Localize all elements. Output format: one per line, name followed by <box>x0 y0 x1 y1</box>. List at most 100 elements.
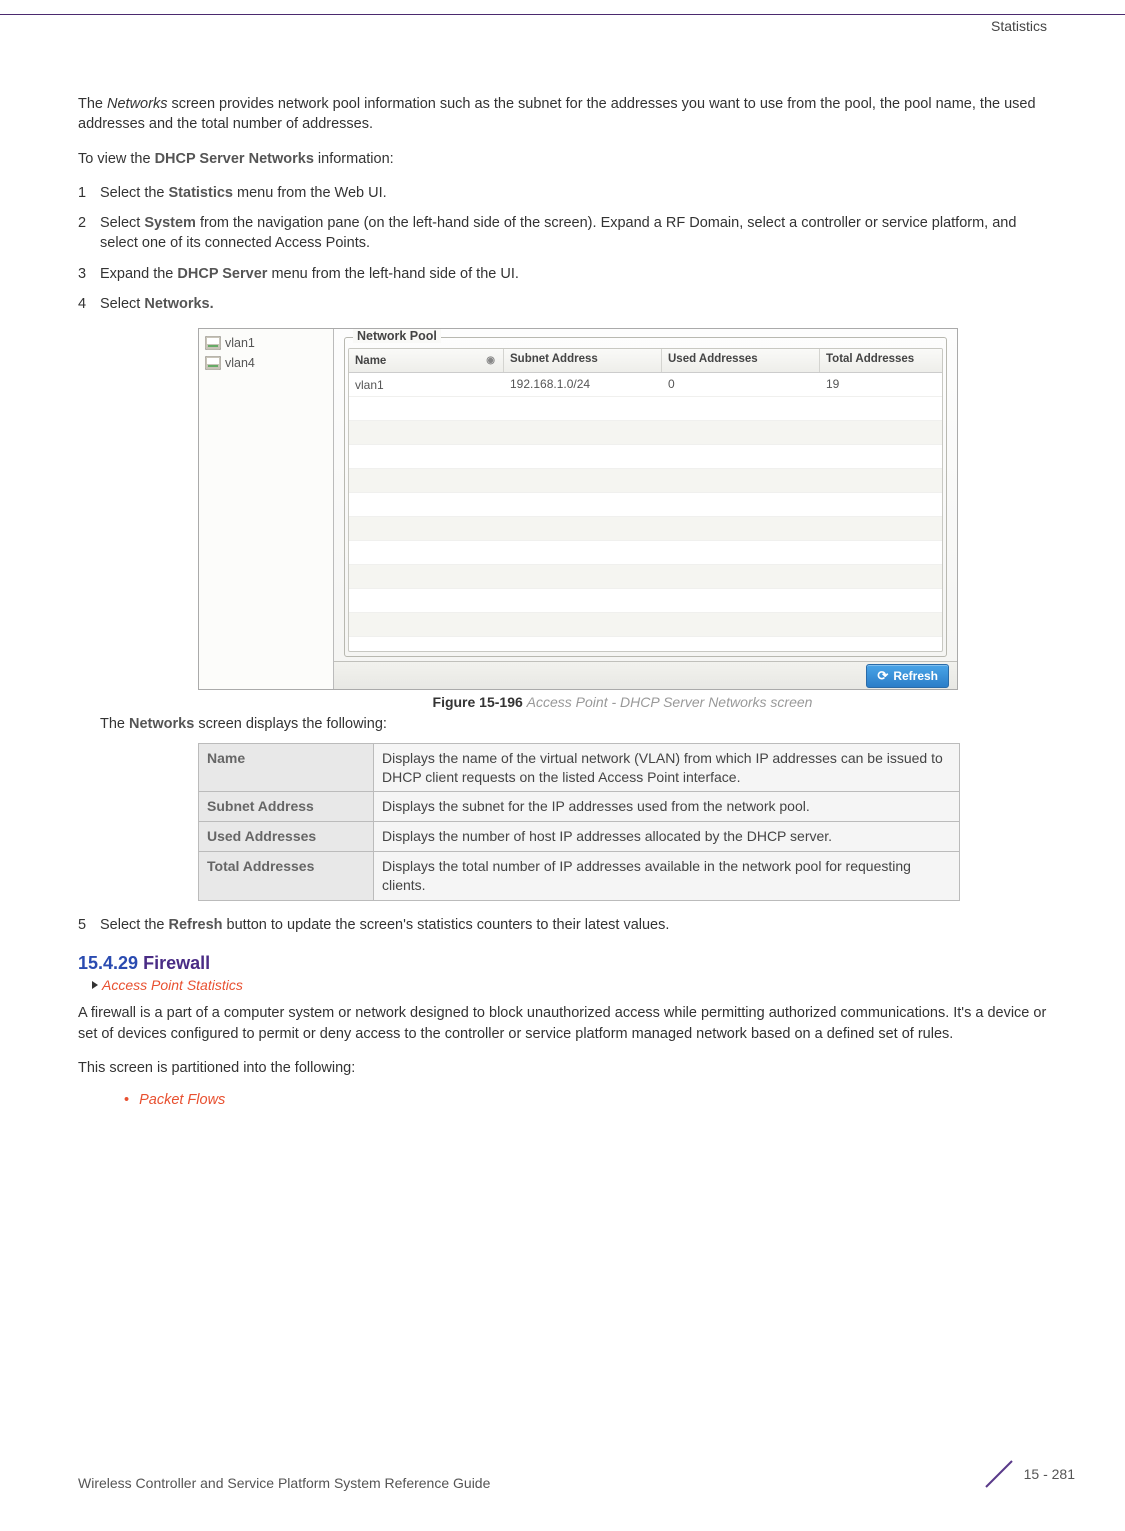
bold-text: System <box>144 215 196 231</box>
text: Select <box>100 296 144 312</box>
step-3: 3 Expand the DHCP Server menu from the l… <box>78 264 1047 284</box>
col-header-total[interactable]: Total Addresses <box>820 349 942 372</box>
bold-text: DHCP Server <box>177 266 267 282</box>
bold-text: Refresh <box>169 917 223 933</box>
vlan-sidebar: vlan1 vlan4 <box>199 329 334 689</box>
networks-displays-intro: The Networks screen displays the followi… <box>100 714 1047 734</box>
vlan-icon <box>205 336 221 350</box>
empty-row <box>349 613 942 637</box>
bold-text: Networks. <box>144 296 213 312</box>
def-desc: Displays the subnet for the IP addresses… <box>374 792 960 822</box>
steps-list-cont: 5 Select the Refresh button to update th… <box>78 915 1047 935</box>
empty-row <box>349 517 942 541</box>
def-row: Name Displays the name of the virtual ne… <box>199 743 960 792</box>
breadcrumb-label: Access Point Statistics <box>102 977 243 993</box>
def-term: Used Addresses <box>199 822 374 852</box>
empty-row <box>349 469 942 493</box>
text: information: <box>314 151 394 167</box>
network-pool-fieldset: Network Pool Name ◉ Subnet Address Used … <box>344 337 947 657</box>
vlan-icon <box>205 356 221 370</box>
step-number: 1 <box>78 183 100 203</box>
table-row[interactable]: vlan1 192.168.1.0/24 0 19 <box>349 373 942 397</box>
text: The <box>100 716 129 732</box>
section-heading: 15.4.29 Firewall <box>78 953 1047 974</box>
refresh-button[interactable]: ⟳ Refresh <box>866 664 949 688</box>
cell-used: 0 <box>662 373 820 396</box>
text: Expand the <box>100 266 177 282</box>
cell-name: vlan1 <box>349 373 504 396</box>
partition-list: Packet Flows <box>124 1092 1047 1108</box>
networks-italic: Networks <box>107 96 167 112</box>
list-item-label: Packet Flows <box>139 1092 225 1108</box>
text: from the navigation pane (on the left-ha… <box>100 215 1016 251</box>
step-5: 5 Select the Refresh button to update th… <box>78 915 1047 935</box>
text: Select the <box>100 185 169 201</box>
col-header-label: Name <box>355 355 386 367</box>
footer-title: Wireless Controller and Service Platform… <box>78 1475 490 1491</box>
breadcrumb-arrow-icon <box>92 981 98 989</box>
network-pool-legend: Network Pool <box>353 329 441 343</box>
screenshot-figure: vlan1 vlan4 Network Pool Name <box>198 328 958 690</box>
text: The <box>78 96 107 112</box>
step-text: Select Networks. <box>100 294 1047 314</box>
text: screen provides network pool information… <box>78 96 1036 132</box>
figure-caption: Figure 15-196 Access Point - DHCP Server… <box>198 694 1047 710</box>
def-term: Name <box>199 743 374 792</box>
def-row: Subnet Address Displays the subnet for t… <box>199 792 960 822</box>
list-item[interactable]: Packet Flows <box>124 1092 1047 1108</box>
step-1: 1 Select the Statistics menu from the We… <box>78 183 1047 203</box>
def-desc: Displays the number of host IP addresses… <box>374 822 960 852</box>
footer-page-number: 15 - 281 <box>1024 1466 1075 1482</box>
cell-subnet: 192.168.1.0/24 <box>504 373 662 396</box>
text: menu from the left-hand side of the UI. <box>267 266 518 282</box>
definitions-table: Name Displays the name of the virtual ne… <box>198 743 960 901</box>
empty-row <box>349 589 942 613</box>
table-stripes <box>349 397 942 637</box>
page-content: The Networks screen provides network poo… <box>0 34 1125 1108</box>
bold-text: Statistics <box>169 185 233 201</box>
col-header-used[interactable]: Used Addresses <box>662 349 820 372</box>
empty-row <box>349 565 942 589</box>
sidebar-item-vlan4[interactable]: vlan4 <box>199 353 333 373</box>
def-desc: Displays the name of the virtual network… <box>374 743 960 792</box>
section-name: Firewall <box>143 953 210 973</box>
text: menu from the Web UI. <box>233 185 387 201</box>
sort-asc-icon: ◉ <box>486 355 495 366</box>
refresh-icon: ⟳ <box>877 668 888 684</box>
empty-row <box>349 397 942 421</box>
step-text: Select the Refresh button to update the … <box>100 915 1047 935</box>
step-4: 4 Select Networks. <box>78 294 1047 314</box>
footer-page-mark: 15 - 281 <box>982 1457 1075 1491</box>
col-header-subnet[interactable]: Subnet Address <box>504 349 662 372</box>
sidebar-item-vlan1[interactable]: vlan1 <box>199 333 333 353</box>
step-number: 3 <box>78 264 100 284</box>
footer-slash-icon <box>982 1457 1016 1491</box>
section-number: 15.4.29 <box>78 953 138 973</box>
def-row: Used Addresses Displays the number of ho… <box>199 822 960 852</box>
network-pool-table: Name ◉ Subnet Address Used Addresses Tot… <box>348 348 943 652</box>
steps-list: 1 Select the Statistics menu from the We… <box>78 183 1047 314</box>
step-number: 5 <box>78 915 100 935</box>
step-2: 2 Select System from the navigation pane… <box>78 213 1047 254</box>
figure-wrapper: vlan1 vlan4 Network Pool Name <box>198 328 1047 710</box>
networks-bold: Networks <box>129 716 194 732</box>
refresh-bar: ⟳ Refresh <box>334 661 957 689</box>
text: button to update the screen's statistics… <box>223 917 670 933</box>
cell-total: 19 <box>820 373 942 396</box>
breadcrumb[interactable]: Access Point Statistics <box>92 977 1047 993</box>
col-header-name[interactable]: Name ◉ <box>349 349 504 372</box>
figure-number: Figure 15-196 <box>433 694 523 710</box>
empty-row <box>349 445 942 469</box>
step-number: 2 <box>78 213 100 254</box>
header-section-label: Statistics <box>0 18 1125 34</box>
text: To view the <box>78 151 155 167</box>
empty-row <box>349 421 942 445</box>
empty-row <box>349 541 942 565</box>
main-pane: Network Pool Name ◉ Subnet Address Used … <box>334 329 957 689</box>
text: Select the <box>100 917 169 933</box>
step-text: Expand the DHCP Server menu from the lef… <box>100 264 1047 284</box>
dhcp-server-networks-bold: DHCP Server Networks <box>155 151 314 167</box>
def-term: Total Addresses <box>199 852 374 901</box>
text: Select <box>100 215 144 231</box>
text: screen displays the following: <box>194 716 387 732</box>
